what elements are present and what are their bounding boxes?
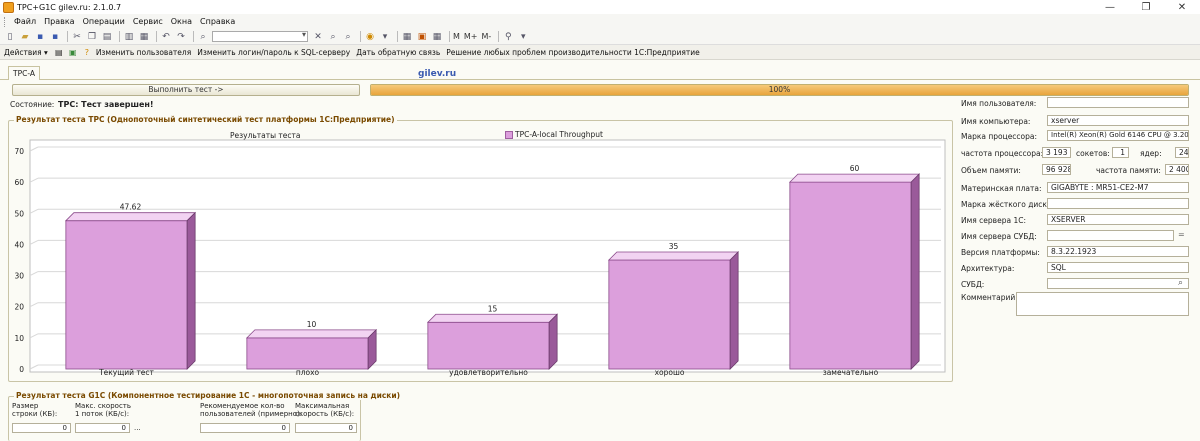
x-tick-label: удовлетворительно bbox=[449, 368, 528, 377]
users-field[interactable]: 0 bbox=[200, 423, 290, 433]
bar bbox=[246, 337, 369, 370]
bar-side bbox=[910, 173, 920, 370]
bar-value-label: 15 bbox=[488, 304, 498, 313]
platform-label: Версия платформы: bbox=[961, 248, 1040, 257]
comment-field[interactable] bbox=[1016, 292, 1189, 316]
x-tick-label: хорошо bbox=[655, 368, 685, 377]
bar-value-label: 60 bbox=[850, 164, 860, 173]
memory-freq-field[interactable]: 2 400 bbox=[1165, 164, 1189, 175]
cpu-freq-label: частота процессора: bbox=[961, 149, 1044, 158]
architecture-label: Архитектура: bbox=[961, 264, 1015, 273]
users-label-line1: Рекомендуемое кол-во bbox=[200, 402, 285, 410]
bar-top bbox=[245, 329, 378, 339]
disk-field[interactable] bbox=[1047, 198, 1189, 209]
cpu-freq-field[interactable]: 3 193 bbox=[1042, 147, 1071, 158]
user-label: Имя пользователя: bbox=[961, 99, 1037, 108]
y-tick-label: 20 bbox=[14, 303, 24, 312]
sockets-label: сокетов: bbox=[1076, 149, 1110, 158]
g1c-group-title: Результат теста G1C (Компонентное тестир… bbox=[14, 391, 403, 400]
users-label-line2: пользователей (примерно): bbox=[200, 410, 303, 418]
comment-label: Комментарий: bbox=[961, 293, 1018, 302]
y-tick-label: 30 bbox=[14, 272, 24, 281]
y-tick-label: 0 bbox=[19, 365, 24, 374]
dbms-field[interactable] bbox=[1047, 278, 1189, 289]
y-tick-label: 60 bbox=[14, 178, 24, 187]
motherboard-field[interactable]: GIGABYTE : MR51-CE2-M7 bbox=[1047, 182, 1189, 193]
memory-label: Объем памяти: bbox=[961, 166, 1021, 175]
motherboard-label: Материнская плата: bbox=[961, 184, 1042, 193]
dbms-server-clear-button[interactable]: = bbox=[1178, 230, 1185, 239]
y-tick-label: 50 bbox=[14, 209, 24, 218]
platform-field[interactable]: 8.3.22.1923 bbox=[1047, 246, 1189, 257]
architecture-field[interactable]: SQL bbox=[1047, 262, 1189, 273]
row-size-field[interactable]: 0 bbox=[12, 423, 71, 433]
bar-side bbox=[186, 211, 196, 370]
y-tick-label: 40 bbox=[14, 240, 24, 249]
bar-top bbox=[64, 212, 197, 222]
row-size-label: Размер строки (КБ): bbox=[12, 402, 57, 418]
speed-field[interactable]: 0 bbox=[75, 423, 130, 433]
x-tick-label: замечательно bbox=[823, 368, 879, 377]
bar-top bbox=[426, 313, 559, 323]
speed-label: Макс. скорость 1 поток (КБ/с): bbox=[75, 402, 131, 418]
max-speed-label: Максимальная скорость (КБ/с): bbox=[295, 402, 354, 418]
cpu-label: Марка процессора: bbox=[961, 132, 1038, 141]
max-speed-label-line1: Максимальная bbox=[295, 402, 350, 410]
bar-top bbox=[788, 173, 921, 183]
cores-label: ядер: bbox=[1140, 149, 1162, 158]
x-tick-label: Текущий тест bbox=[98, 368, 154, 377]
dbms-label: СУБД: bbox=[961, 280, 985, 289]
dbms-search-icon[interactable]: ⌕ bbox=[1178, 278, 1183, 288]
max-speed-field[interactable]: 0 bbox=[295, 423, 357, 433]
cpu-field[interactable]: Intel(R) Xeon(R) Gold 6146 CPU @ 3.20GHz bbox=[1047, 130, 1189, 141]
x-tick-label: плохо bbox=[296, 368, 320, 377]
disk-label: Марка жёсткого диска: bbox=[961, 200, 1055, 209]
speed-label-line1: Макс. скорость bbox=[75, 402, 131, 410]
computer-field[interactable]: xserver bbox=[1047, 115, 1189, 126]
server1c-label: Имя сервера 1С: bbox=[961, 216, 1026, 225]
cores-field[interactable]: 24 bbox=[1175, 147, 1189, 158]
bar bbox=[65, 220, 188, 370]
bar-top bbox=[607, 251, 740, 261]
server1c-field[interactable]: XSERVER bbox=[1047, 214, 1189, 225]
speed-ellipsis[interactable]: ... bbox=[134, 424, 141, 432]
dbms-server-field[interactable] bbox=[1047, 230, 1174, 241]
bar-side bbox=[548, 313, 558, 370]
row-size-label-line1: Размер bbox=[12, 402, 39, 410]
y-tick-label: 70 bbox=[14, 147, 24, 156]
max-speed-label-line2: скорость (КБ/с): bbox=[295, 410, 355, 418]
users-label: Рекомендуемое кол-во пользователей (прим… bbox=[200, 402, 302, 418]
bar bbox=[608, 259, 731, 370]
bar bbox=[789, 181, 912, 370]
dbms-server-label: Имя сервера СУБД: bbox=[961, 232, 1037, 241]
y-tick-label: 10 bbox=[14, 334, 24, 343]
sockets-field[interactable]: 1 bbox=[1112, 147, 1129, 158]
computer-label: Имя компьютера: bbox=[961, 117, 1031, 126]
bar bbox=[427, 321, 550, 370]
bar-value-label: 35 bbox=[669, 242, 679, 251]
memory-field[interactable]: 96 928 bbox=[1042, 164, 1071, 175]
row-size-label-line2: строки (КБ): bbox=[12, 410, 58, 418]
bar-value-label: 47.62 bbox=[120, 203, 142, 212]
user-field[interactable] bbox=[1047, 97, 1189, 108]
memory-freq-label: частота памяти: bbox=[1096, 166, 1161, 175]
speed-label-line2: 1 поток (КБ/с): bbox=[75, 410, 130, 418]
bar-side bbox=[729, 251, 739, 370]
bar-value-label: 10 bbox=[307, 320, 317, 329]
